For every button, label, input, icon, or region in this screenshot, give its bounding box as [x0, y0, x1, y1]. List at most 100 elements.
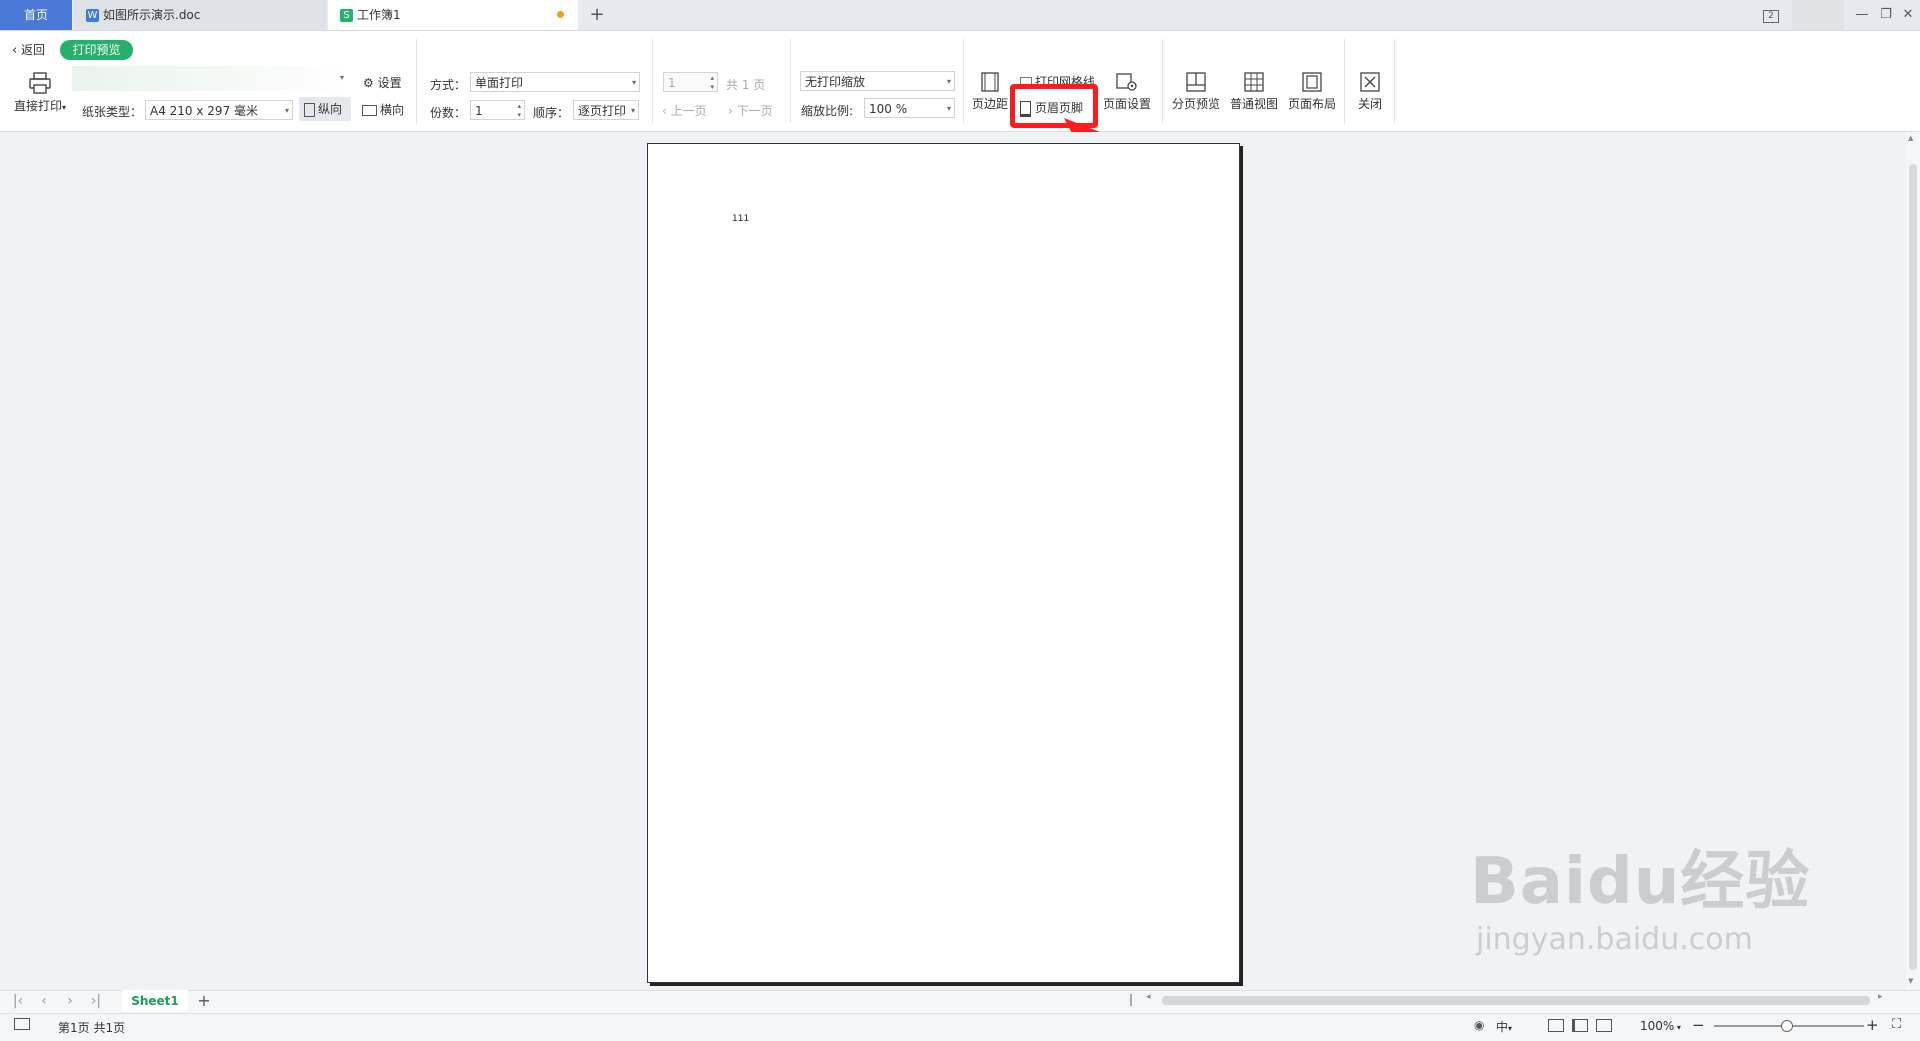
first-sheet-icon[interactable]: |‹: [8, 990, 28, 1012]
splitter-handle[interactable]: [1130, 994, 1132, 1006]
next-sheet-icon[interactable]: ›: [60, 990, 80, 1012]
stepper-arrows-icon[interactable]: ▴ ▾: [517, 102, 521, 120]
margins-icon: [981, 72, 999, 92]
copies-stepper[interactable]: 1 ▴ ▾: [470, 100, 525, 120]
portrait-button[interactable]: 纵向: [299, 97, 351, 121]
zoom-out-icon[interactable]: −: [1692, 1016, 1705, 1034]
divider: [1344, 39, 1345, 123]
landscape-label: 横向: [380, 103, 405, 117]
horizontal-scroll-thumb[interactable]: [1162, 996, 1870, 1005]
zoom-select[interactable]: 100% ▾: [1640, 1019, 1681, 1033]
printer-icon: [29, 72, 51, 94]
dropdown-caret-icon: ▾: [630, 106, 635, 115]
printer-select[interactable]: [72, 66, 350, 91]
normal-view-icon[interactable]: [1548, 1019, 1564, 1032]
gear-icon: ⚙: [363, 76, 374, 90]
status-bar: [0, 1013, 1920, 1041]
page-layout-button[interactable]: 页面布局: [1284, 71, 1340, 112]
order-value: 逐页打印: [578, 104, 627, 118]
paper-type-select[interactable]: A4 210 x 297 毫米 ▾: [145, 100, 293, 120]
paper-type-label: 纸张类型：: [82, 105, 143, 119]
page-break-preview-label: 分页预览: [1171, 97, 1220, 111]
scroll-left-icon[interactable]: ◂: [1146, 992, 1151, 1002]
method-select[interactable]: 单面打印 ▾: [470, 72, 640, 92]
print-preview-toolbar: ‹ 返回 打印预览 直接打印▾ ▾ 纸张类型： A4 210 x 297 毫米 ▾…: [0, 31, 1920, 132]
divider: [790, 39, 791, 123]
printer-caret-icon[interactable]: ▾: [340, 73, 344, 82]
landscape-button[interactable]: 横向: [362, 101, 404, 118]
vertical-scroll-thumb[interactable]: [1909, 164, 1917, 970]
chevron-right-icon: ›: [728, 104, 733, 118]
close-window-icon[interactable]: ✕: [1898, 0, 1918, 30]
margins-button[interactable]: 页边距: [968, 71, 1012, 112]
language-label: 中: [1496, 1020, 1509, 1034]
prev-sheet-icon[interactable]: ‹: [34, 990, 54, 1012]
window-count-badge: 2: [1763, 10, 1779, 23]
scale-label: 缩放比例:: [801, 104, 854, 118]
scale-value: 100 %: [869, 102, 908, 116]
next-page-label: 下一页: [736, 104, 773, 118]
page-break-view-icon[interactable]: [1596, 1019, 1612, 1032]
divider: [963, 39, 964, 123]
add-sheet-button[interactable]: +: [194, 990, 214, 1012]
settings-label: 设置: [377, 76, 402, 90]
unsaved-indicator: [557, 11, 564, 18]
last-sheet-icon[interactable]: ›|: [86, 990, 106, 1012]
watermark-url: jingyan.baidu.com: [1476, 922, 1753, 957]
scale-mode-select[interactable]: 无打印缩放 ▾: [800, 71, 955, 91]
dropdown-caret-icon: ▾: [946, 77, 951, 86]
eye-icon[interactable]: ◉: [1474, 1018, 1484, 1032]
scale-select[interactable]: 100 % ▾: [864, 98, 955, 118]
page-setup-button[interactable]: 页面设置: [1100, 71, 1154, 112]
new-tab-button[interactable]: +: [586, 0, 608, 30]
window-switcher-button[interactable]: 2: [1760, 0, 1782, 30]
prev-page-button[interactable]: ‹ 上一页: [662, 102, 707, 119]
user-avatar[interactable]: [1792, 0, 1844, 30]
fullscreen-icon[interactable]: ⛶: [1892, 1017, 1901, 1032]
page-layout-view-icon[interactable]: [1572, 1019, 1588, 1032]
print-preview-page: 111: [647, 143, 1240, 983]
page-total: 共 1 页: [726, 78, 766, 92]
dropdown-caret-icon: ▾: [946, 104, 951, 113]
normal-view-button[interactable]: 普通视图: [1226, 71, 1282, 112]
scroll-right-icon[interactable]: ▸: [1878, 992, 1883, 1002]
screen-icon[interactable]: [14, 1018, 30, 1033]
copies-value: 1: [475, 104, 483, 118]
zoom-in-icon[interactable]: +: [1866, 1016, 1879, 1034]
page-break-preview-button[interactable]: 分页预览: [1168, 71, 1224, 112]
page-number-input[interactable]: 1 ▴ ▾: [663, 72, 718, 92]
language-indicator[interactable]: 中▾: [1496, 1018, 1512, 1035]
next-page-button[interactable]: › 下一页: [728, 102, 773, 119]
back-button[interactable]: ‹ 返回: [12, 41, 45, 58]
close-preview-button[interactable]: 关闭: [1350, 71, 1390, 112]
divider: [652, 39, 653, 123]
settings-button[interactable]: ⚙ 设置: [363, 74, 402, 91]
sheet-tab-sheet1[interactable]: Sheet1: [122, 990, 188, 1012]
page-setup-icon: [1116, 73, 1137, 91]
zoom-slider-thumb[interactable]: [1781, 1020, 1793, 1032]
scale-mode-value: 无打印缩放: [805, 75, 866, 89]
direct-print-button[interactable]: 直接打印▾: [8, 71, 72, 114]
portrait-label: 纵向: [318, 102, 343, 116]
tab-workbook[interactable]: S 工作簿1: [328, 0, 578, 30]
scroll-down-icon[interactable]: ▼: [1908, 977, 1913, 985]
landscape-page-icon: [362, 105, 377, 116]
copies-label: 份数：: [430, 106, 467, 120]
spreadsheet-icon: S: [340, 9, 353, 22]
tab-document-label: 如图所示演示.doc: [103, 8, 201, 22]
dropdown-caret-icon: ▾: [284, 106, 289, 115]
portrait-page-icon: [304, 102, 315, 117]
page-break-icon: [1186, 72, 1206, 92]
tab-home[interactable]: 首页: [0, 0, 72, 30]
restore-icon[interactable]: ❐: [1876, 0, 1896, 30]
method-value: 单面打印: [475, 76, 524, 90]
direct-print-label: 直接打印: [13, 99, 62, 113]
minimize-icon[interactable]: —: [1852, 0, 1872, 30]
tab-workbook-label: 工作簿1: [357, 8, 401, 22]
order-select[interactable]: 逐页打印 ▾: [573, 100, 639, 120]
watermark: Baidu经验 jingyan.baidu.com: [1470, 830, 1810, 957]
scroll-up-icon[interactable]: ▲: [1908, 134, 1913, 142]
tab-document[interactable]: W 如图所示演示.doc: [74, 0, 326, 30]
dropdown-caret-icon: ▾: [62, 103, 67, 112]
stepper-arrows-icon[interactable]: ▴ ▾: [710, 74, 714, 92]
